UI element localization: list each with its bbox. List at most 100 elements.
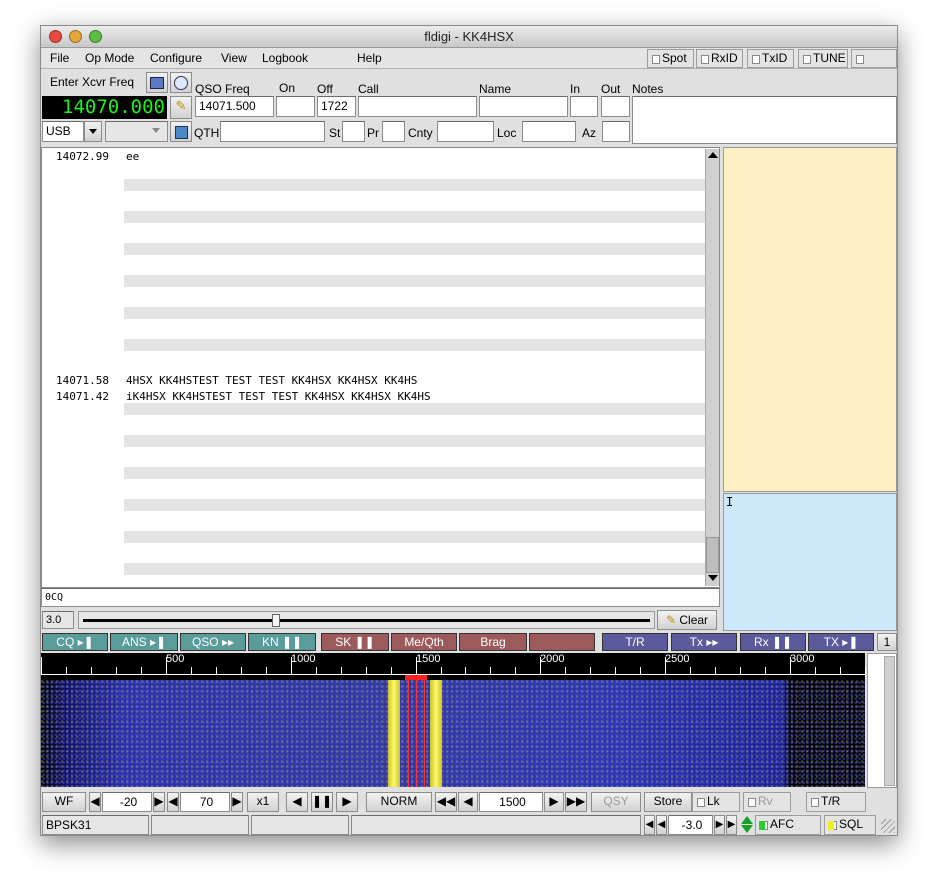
scale-minor-tick xyxy=(465,667,466,674)
modem-status[interactable]: BPSK31 xyxy=(42,815,149,835)
rx-scroll-thumb[interactable] xyxy=(706,537,719,573)
ref-level-decrease[interactable]: ◀ xyxy=(89,792,101,812)
qso-freq-input[interactable]: 14071.500 xyxy=(195,96,274,117)
notes-input[interactable] xyxy=(632,96,897,144)
secondary-text-pane[interactable]: I xyxy=(723,493,897,631)
range-increase[interactable]: ▶ xyxy=(231,792,243,812)
rxid-checkbox[interactable]: RxID xyxy=(696,49,743,68)
norm-button[interactable]: NORM xyxy=(366,792,432,812)
resize-grip-icon[interactable] xyxy=(881,819,895,833)
waterfall-side-scrollbar[interactable] xyxy=(867,653,897,788)
country-input[interactable] xyxy=(437,121,494,142)
locator-input[interactable] xyxy=(522,121,576,142)
time-off-input[interactable]: 1722 xyxy=(317,96,356,117)
menu-logbook[interactable]: Logbook xyxy=(262,51,308,65)
fast-forward-icon: ▶▶ xyxy=(566,794,586,808)
waterfall-area[interactable]: 500 1000 1500 2000 2500 3000 xyxy=(41,653,866,787)
freq-up-button[interactable]: ▶ xyxy=(544,792,564,812)
store-button[interactable]: Store xyxy=(644,792,692,812)
rst-out-input[interactable] xyxy=(601,96,630,117)
rig-clock-button[interactable] xyxy=(170,72,192,93)
time-on-input[interactable] xyxy=(276,96,315,117)
wf-pause-button[interactable]: ❚❚ xyxy=(311,792,333,812)
ref-level-input[interactable]: -20 xyxy=(102,792,152,812)
side-scroll-track[interactable] xyxy=(884,656,895,786)
s2n-fast-down[interactable]: ◀ xyxy=(644,815,655,835)
qth-input[interactable] xyxy=(220,121,325,142)
menu-help[interactable]: Help xyxy=(357,51,382,65)
rx-scrollbar[interactable] xyxy=(705,149,719,586)
province-label: Pr xyxy=(367,126,379,140)
speed-button[interactable]: x1 xyxy=(247,792,279,812)
lock-checkbox[interactable]: Lk xyxy=(692,792,740,812)
tune-checkbox[interactable]: TUNE xyxy=(798,49,848,68)
pause-icon: ❚❚ xyxy=(771,635,793,649)
scale-label: 1000 xyxy=(291,653,316,665)
squelch-thumb[interactable] xyxy=(272,614,280,627)
macro-empty-button[interactable] xyxy=(529,633,595,651)
waterfall-mode-button[interactable]: WF xyxy=(42,792,86,812)
macro-brag-button[interactable]: Brag xyxy=(459,633,527,651)
rx-text-pane[interactable]: 14072.99 ee 14071.58 4HSX KK4HSTEST TEST… xyxy=(41,147,720,588)
macro-tx-button[interactable]: Tx ▸▸ xyxy=(671,633,737,651)
s2n-input[interactable]: -3.0 xyxy=(668,815,713,835)
rst-out-label: Out xyxy=(601,82,621,96)
azimuth-input[interactable] xyxy=(602,121,630,142)
freq-fast-down-button[interactable]: ◀◀ xyxy=(435,792,457,812)
wf-left-button[interactable]: ◀ xyxy=(286,792,308,812)
scroll-up-icon[interactable] xyxy=(708,152,718,158)
macro-kn-button[interactable]: KN ❚❚ xyxy=(248,633,316,651)
range-input[interactable]: 70 xyxy=(180,792,230,812)
mode-select[interactable]: USB xyxy=(42,121,84,142)
reverse-checkbox[interactable]: Rv xyxy=(743,792,791,812)
clear-button[interactable]: ✎ Clear xyxy=(657,610,717,630)
s2n-fast-up[interactable]: ▶ xyxy=(726,815,737,835)
tx-signal-browser-pane[interactable] xyxy=(723,147,897,492)
range-decrease[interactable]: ◀ xyxy=(167,792,179,812)
scale-minor-tick xyxy=(216,667,217,674)
rx-line-bg xyxy=(124,275,705,287)
tx-text-input[interactable]: 0CQ xyxy=(41,588,720,607)
log-save-button[interactable] xyxy=(170,121,192,142)
qsy-button[interactable]: QSY xyxy=(591,792,641,812)
menu-view[interactable]: View xyxy=(221,51,247,65)
call-input[interactable] xyxy=(358,96,477,117)
macro-cq-button[interactable]: CQ ▸❚ xyxy=(42,633,108,651)
macro-qso-button[interactable]: QSO ▸▸ xyxy=(180,633,246,651)
sql-checkbox[interactable]: SQL xyxy=(824,815,876,835)
squelch-slider[interactable] xyxy=(78,611,655,629)
state-input[interactable] xyxy=(342,121,365,142)
macro-bank-button[interactable]: 1 xyxy=(877,633,897,651)
tr-checkbox[interactable]: T/R xyxy=(806,792,866,812)
scale-minor-tick xyxy=(266,667,267,674)
wf-right-button[interactable]: ▶ xyxy=(336,792,358,812)
afc-checkbox[interactable]: AFC xyxy=(755,815,821,835)
macro-sk-button[interactable]: SK ❚❚ xyxy=(321,633,389,651)
rig-config-button[interactable] xyxy=(146,72,168,93)
freq-fast-up-button[interactable]: ▶▶ xyxy=(565,792,587,812)
macro-rx-button[interactable]: Rx ❚❚ xyxy=(740,633,806,651)
name-input[interactable] xyxy=(479,96,568,117)
mode-dropdown-button[interactable] xyxy=(84,121,102,142)
menu-op-mode[interactable]: Op Mode xyxy=(85,51,134,65)
spot-checkbox[interactable]: Spot xyxy=(647,49,694,68)
macro-meqth-button[interactable]: Me/Qth xyxy=(391,633,457,651)
macro-ans-button[interactable]: ANS ▸❚ xyxy=(110,633,178,651)
freq-display[interactable]: 14070.000 xyxy=(42,96,167,119)
menu-file[interactable]: File xyxy=(50,51,69,65)
macro-tr-button[interactable]: T/R xyxy=(602,633,668,651)
scroll-down-icon[interactable] xyxy=(708,575,718,581)
menu-configure[interactable]: Configure xyxy=(150,51,202,65)
log-clear-button[interactable]: ✎ xyxy=(170,96,192,119)
s2n-down[interactable]: ◀ xyxy=(656,815,667,835)
rx-line-freq: 14071.42 xyxy=(56,390,109,403)
rst-in-input[interactable] xyxy=(570,96,598,117)
macro-tx-stop-button[interactable]: TX ▸❚ xyxy=(808,633,874,651)
ref-level-increase[interactable]: ▶ xyxy=(153,792,165,812)
txid-checkbox[interactable]: TxID xyxy=(747,49,794,68)
freq-down-button[interactable]: ◀ xyxy=(458,792,478,812)
s2n-up[interactable]: ▶ xyxy=(714,815,725,835)
scale-minor-tick xyxy=(141,667,142,674)
audio-freq-input[interactable]: 1500 xyxy=(479,792,543,812)
province-input[interactable] xyxy=(382,121,405,142)
